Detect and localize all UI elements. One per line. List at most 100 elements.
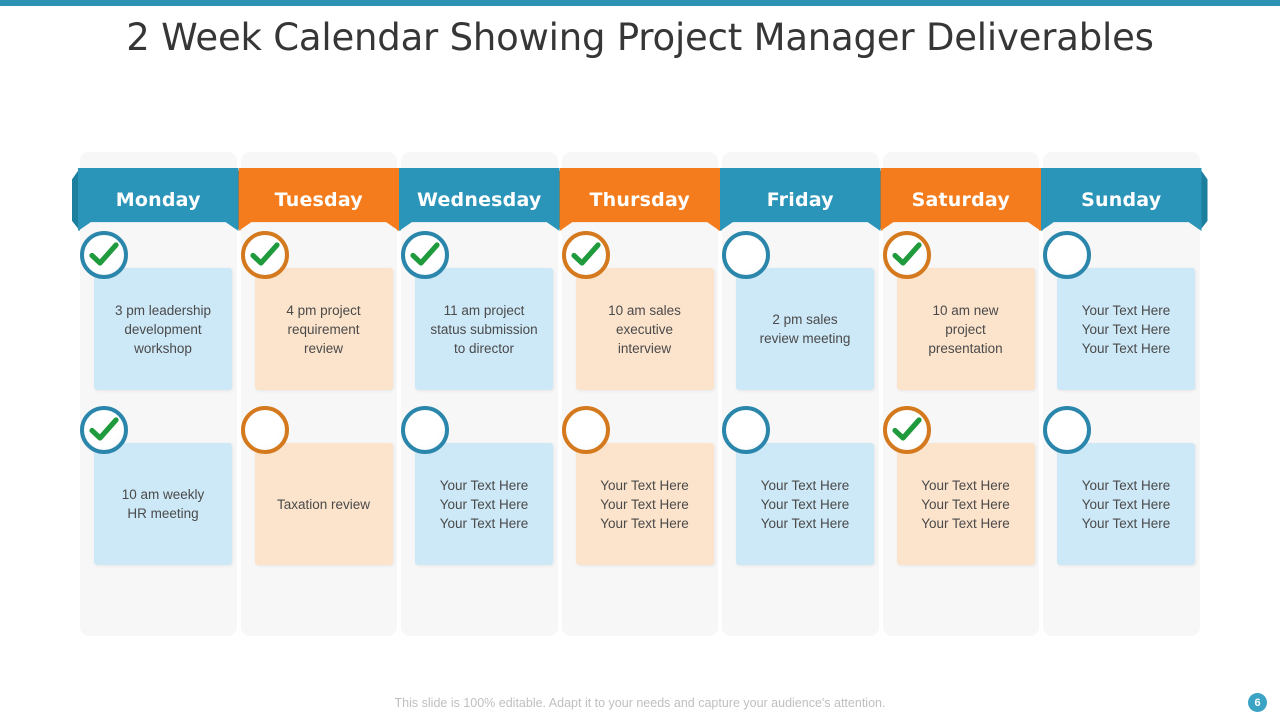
day-column-sunday: Sunday Your Text Here Your Text Here Your T… [1035, 152, 1208, 636]
cell-text-line: Your Text Here [439, 496, 529, 512]
status-circle-checked[interactable] [882, 406, 931, 454]
cell-text-line: HR meeting [127, 506, 199, 521]
cell-text-line: Your Text Here [600, 477, 689, 493]
cell-content-box[interactable]: 2 pm sales review meeting [736, 268, 874, 390]
check-icon [891, 242, 922, 266]
status-circle-unchecked[interactable] [1043, 406, 1091, 454]
cell-content-box[interactable]: 11 am project status submission to directo… [415, 268, 553, 390]
day-header-sunday[interactable]: Sunday [1041, 168, 1202, 231]
day-header-monday[interactable]: Monday [78, 168, 239, 231]
day-header-label: Thursday [589, 188, 690, 211]
calendar-cell: Your Text Here Your Text Here Your Text He… [560, 406, 721, 581]
cell-content-box[interactable]: Your Text Here Your Text Here Your Text He… [415, 443, 553, 565]
calendar-cell: 10 am weekly HR meeting [78, 406, 239, 581]
page-number-badge: 6 [1248, 693, 1267, 712]
top-accent-bar [0, 0, 1280, 6]
cell-content-box[interactable]: Your Text Here Your Text Here Your Text He… [1057, 443, 1195, 565]
cell-text-line: 3 pm leadership [114, 302, 212, 318]
day-header-saturday[interactable]: Saturday [880, 168, 1041, 231]
status-circle-unchecked[interactable] [401, 406, 449, 454]
cell-content-box[interactable]: 3 pm leadership development workshop [94, 268, 232, 390]
status-circle-unchecked[interactable] [722, 406, 770, 454]
day-header-label: Friday [766, 188, 834, 211]
cell-text: Your Text Here Your Text Here Your Text He… [1082, 301, 1171, 358]
footer-note: This slide is 100% editable. Adapt it to… [394, 696, 886, 710]
cell-text-line: interview [617, 340, 672, 356]
cell-text: 2 pm sales review meeting [760, 310, 851, 348]
status-circle-unchecked[interactable] [722, 231, 770, 279]
day-header-tuesday[interactable]: Tuesday [238, 168, 399, 231]
day-header-friday[interactable]: Friday [720, 168, 881, 231]
cell-text-line: 10 am new [932, 302, 999, 318]
day-column-saturday: Saturday 10 am new project presentation Your… [874, 152, 1047, 636]
day-column-monday: Monday 3 pm leadership development workshop… [72, 152, 245, 636]
cell-text-line: Your Text Here [1081, 340, 1171, 356]
day-header-label: Monday [115, 188, 201, 211]
calendar-cell: 10 am new project presentation [881, 231, 1042, 406]
check-icon [891, 417, 922, 441]
status-circle-unchecked[interactable] [240, 406, 289, 454]
cell-text-line: executive [615, 321, 674, 337]
cell-content-box[interactable]: 10 am sales executive interview [575, 268, 714, 390]
day-header-label: Saturday [911, 188, 1010, 211]
cell-text-line: Your Text Here [439, 515, 529, 531]
day-column-friday: Friday 2 pm sales review meeting Your Text … [714, 152, 887, 636]
calendar-cell: Your Text Here Your Text Here Your Text He… [881, 406, 1042, 581]
cell-text: Your Text Here Your Text Here Your Text He… [761, 476, 850, 533]
day-header-label: Tuesday [274, 188, 363, 211]
cell-text-line: Your Text Here [921, 477, 1010, 493]
status-circle-unchecked[interactable] [1043, 231, 1091, 279]
cell-text-line: Your Text Here [1081, 477, 1171, 493]
status-circle-checked[interactable] [240, 231, 289, 279]
cell-content-box[interactable]: 10 am new project presentation [896, 268, 1035, 390]
status-circle-checked[interactable] [80, 406, 128, 454]
status-circle-checked[interactable] [561, 231, 610, 279]
cell-text: 4 pm project requirement review [286, 301, 360, 358]
day-column-tuesday: Tuesday 4 pm project requirement review Taxa… [232, 152, 405, 636]
cell-text-line: status submission [430, 321, 538, 337]
cell-text-line: Your Text Here [1081, 515, 1171, 531]
cell-text-line: 11 am project [443, 302, 525, 318]
cell-text-line: Your Text Here [921, 496, 1010, 512]
day-cells: Your Text Here Your Text Here Your Text He… [1041, 231, 1202, 581]
calendar-cell: Your Text Here Your Text Here Your Text He… [399, 406, 560, 581]
status-circle-unchecked[interactable] [561, 406, 610, 454]
cell-text: Taxation review [277, 495, 370, 514]
cell-text-line: workshop [134, 340, 192, 356]
cell-content-box[interactable]: Your Text Here Your Text Here Your Text He… [736, 443, 874, 565]
cell-text: 3 pm leadership development workshop [115, 301, 211, 358]
cell-text-line: presentation [928, 340, 1003, 356]
day-cells: 10 am new project presentation Your Text He… [881, 231, 1042, 581]
page-title: 2 Week Calendar Showing Project Manager … [126, 16, 1154, 59]
cell-text: 11 am project status submission to directo… [430, 301, 537, 358]
cell-content-box[interactable]: Your Text Here Your Text Here Your Text He… [1057, 268, 1195, 390]
day-header-label: Sunday [1081, 188, 1162, 211]
cell-text-line: requirement [287, 321, 360, 337]
status-circle-checked[interactable] [882, 231, 931, 279]
day-header-wednesday[interactable]: Wednesday [399, 168, 560, 231]
cell-text-line: 4 pm project [286, 302, 361, 318]
cell-text: Your Text Here Your Text Here Your Text He… [921, 476, 1010, 533]
cell-text-line: review meeting [759, 331, 851, 346]
cell-content-box[interactable]: Your Text Here Your Text Here Your Text He… [575, 443, 714, 565]
cell-text: 10 am weekly HR meeting [122, 485, 205, 523]
cell-text-line: Taxation review [276, 496, 371, 512]
cell-text-line: development [124, 321, 202, 337]
cell-text-line: review [303, 340, 343, 356]
status-circle-checked[interactable] [401, 231, 449, 279]
cell-text-line: 10 am weekly [121, 487, 205, 502]
cell-content-box[interactable]: 10 am weekly HR meeting [94, 443, 232, 565]
cell-content-box[interactable]: Your Text Here Your Text Here Your Text He… [896, 443, 1035, 565]
cell-text-line: project [945, 321, 986, 337]
calendar-cell: Your Text Here Your Text Here Your Text He… [1041, 231, 1202, 406]
check-icon [89, 417, 119, 441]
day-cells: 2 pm sales review meeting Your Text Here Yo… [720, 231, 881, 581]
status-circle-checked[interactable] [80, 231, 128, 279]
cell-content-box[interactable]: 4 pm project requirement review [254, 268, 393, 390]
cell-content-box[interactable]: Taxation review [254, 443, 393, 565]
day-cells: 3 pm leadership development workshop 10 am … [78, 231, 239, 581]
check-icon [410, 242, 440, 266]
calendar-grid: Monday 3 pm leadership development workshop… [72, 152, 1208, 636]
day-header-thursday[interactable]: Thursday [559, 168, 720, 231]
cell-text-line: Your Text Here [760, 477, 850, 493]
